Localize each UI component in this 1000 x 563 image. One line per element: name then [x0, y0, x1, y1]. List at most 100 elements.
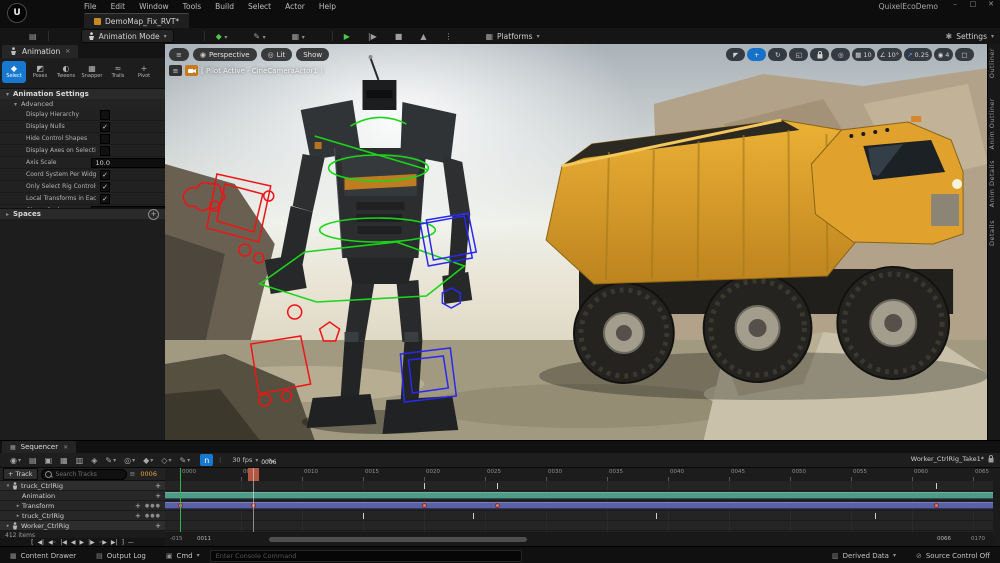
- search-input[interactable]: [54, 470, 120, 479]
- menu-file[interactable]: File: [84, 2, 97, 11]
- move-tool-icon[interactable]: +: [747, 48, 766, 61]
- unreal-logo-icon[interactable]: U: [7, 3, 27, 23]
- blueprints-icon[interactable]: ✎ ▾: [248, 32, 270, 41]
- timeline-row-animation[interactable]: [165, 491, 993, 501]
- track-animation[interactable]: Animation+: [0, 491, 165, 501]
- select-tool-icon[interactable]: ◤: [726, 48, 745, 61]
- add-section-icon[interactable]: +: [135, 502, 145, 510]
- expand-caret[interactable]: ▸: [14, 503, 22, 509]
- playback-range-start[interactable]: 0011: [197, 536, 211, 542]
- checkbox[interactable]: ✓: [100, 194, 110, 204]
- scale-snap-button[interactable]: ↗0.25: [904, 48, 932, 61]
- playhead-line[interactable]: [253, 468, 254, 532]
- tool-pivot[interactable]: +Pivot: [132, 61, 156, 83]
- timeline-ruler[interactable]: 0000000500100015002000250030003500400045…: [165, 468, 993, 482]
- maximize-button[interactable]: □: [968, 0, 978, 8]
- keyframe-options-icon[interactable]: ◎▾: [120, 456, 139, 465]
- add-section-icon[interactable]: +: [155, 482, 165, 490]
- console-command-input[interactable]: [210, 550, 522, 562]
- keyframe[interactable]: [936, 483, 937, 489]
- track-truck_ctrlrig[interactable]: ▾truck_CtrlRig+: [0, 481, 165, 491]
- sequence-browser-icon[interactable]: ◉▾: [6, 456, 25, 465]
- timeline-row-truck_ctrlrig[interactable]: [165, 481, 993, 491]
- checkbox[interactable]: [100, 146, 110, 156]
- play-options-icon[interactable]: ⋮: [439, 32, 457, 41]
- browse-sequence-icon[interactable]: ▣: [41, 456, 57, 465]
- keyframe[interactable]: [934, 503, 939, 508]
- menu-window[interactable]: Window: [139, 2, 169, 11]
- rotation-snap-button[interactable]: ∠10°: [877, 48, 902, 61]
- cinematics-icon[interactable]: ▦ ▾: [287, 32, 310, 41]
- sequencer-tab[interactable]: ▦ Sequencer ✕: [2, 441, 76, 453]
- transport-control[interactable]: ]: [122, 539, 124, 546]
- track-truck_ctrlrig[interactable]: ▸truck_CtrlRig+●●●: [0, 511, 165, 521]
- track-options-icon[interactable]: ●●●: [145, 503, 165, 509]
- menu-actor[interactable]: Actor: [285, 2, 305, 11]
- keyframe[interactable]: [363, 513, 364, 519]
- auto-key-icon[interactable]: ◆▾: [139, 456, 157, 465]
- checkbox[interactable]: ✓: [100, 170, 110, 180]
- transport-control[interactable]: |◀: [60, 539, 67, 546]
- transport-control[interactable]: [: [31, 539, 33, 546]
- viewport-menu-button[interactable]: ≡: [169, 48, 189, 61]
- checkbox[interactable]: ✓: [100, 182, 110, 192]
- stop-icon[interactable]: ■: [390, 32, 408, 41]
- view-range-start[interactable]: -015: [170, 536, 182, 542]
- sequence-breadcrumb[interactable]: Worker_CtrlRig_Take1*: [911, 455, 994, 463]
- editor-mode-dropdown[interactable]: Animation Mode ▾: [81, 29, 174, 43]
- keyframe[interactable]: [495, 503, 500, 508]
- add-content-icon[interactable]: ◆ ▾: [211, 32, 233, 41]
- track-options-icon[interactable]: ●●●: [145, 513, 165, 519]
- play-icon[interactable]: ▶: [339, 32, 355, 41]
- timeline-row-truck_ctrlrig[interactable]: [165, 511, 993, 521]
- output-log-button[interactable]: ▤Output Log: [86, 552, 156, 560]
- checkbox[interactable]: ✓: [100, 122, 110, 132]
- number-field[interactable]: 10.0: [91, 158, 165, 168]
- keyframe[interactable]: [422, 503, 427, 508]
- create-camera-icon[interactable]: ▦: [56, 456, 72, 465]
- keyframe[interactable]: [497, 483, 498, 489]
- grid-snap-button[interactable]: ▦10: [852, 48, 874, 61]
- camera-speed-button[interactable]: ◉4: [934, 48, 953, 61]
- minimize-button[interactable]: –: [950, 0, 960, 8]
- checkbox[interactable]: [100, 110, 110, 120]
- section-bar[interactable]: [165, 502, 993, 509]
- add-section-icon[interactable]: +: [155, 522, 165, 530]
- transport-control[interactable]: ◀|: [37, 539, 44, 546]
- menu-edit[interactable]: Edit: [111, 2, 126, 11]
- expand-caret[interactable]: ▸: [14, 513, 22, 519]
- add-section-icon[interactable]: +: [135, 512, 145, 520]
- eject-icon[interactable]: ▲: [415, 32, 431, 41]
- add-track-button[interactable]: + Track: [3, 468, 38, 480]
- tool-trails[interactable]: ≈Trails: [106, 61, 130, 83]
- timeline-row-worker_ctrlrig[interactable]: [165, 521, 993, 531]
- lit-mode-button[interactable]: ◎Lit: [261, 48, 293, 61]
- section-bar[interactable]: [165, 492, 993, 499]
- current-frame-field[interactable]: 0006: [140, 470, 157, 478]
- close-button[interactable]: ✕: [986, 0, 996, 8]
- timeline-scrollbar[interactable]: [269, 537, 527, 542]
- maximize-viewport-icon[interactable]: □: [955, 48, 974, 61]
- surface-snap-icon[interactable]: ◎: [831, 48, 850, 61]
- render-movie-icon[interactable]: ▥: [72, 456, 88, 465]
- keyframe[interactable]: [656, 513, 657, 519]
- sequencer-timeline[interactable]: 0000000500100015002000250030003500400045…: [165, 468, 993, 547]
- checkbox[interactable]: [100, 134, 110, 144]
- transport-control[interactable]: |▶: [88, 539, 95, 546]
- save-sequence-icon[interactable]: ▤: [25, 456, 41, 465]
- allow-edits-icon[interactable]: ✎▾: [175, 456, 194, 465]
- close-tab-icon[interactable]: ✕: [65, 48, 70, 55]
- right-tab-details[interactable]: Details: [988, 220, 1000, 246]
- platforms-dropdown[interactable]: ▦ Platforms ▾: [479, 30, 545, 42]
- tool-tweens[interactable]: ◐Tweens: [54, 61, 78, 83]
- settings-dropdown[interactable]: ✱ Settings ▾: [946, 32, 994, 41]
- tool-select[interactable]: ◆Select: [2, 61, 26, 83]
- view-mode-button[interactable]: ◉Perspective: [193, 48, 257, 61]
- keyframe[interactable]: [424, 483, 425, 489]
- playback-options-icon[interactable]: ✎▾: [101, 456, 120, 465]
- level-tab[interactable]: DemoMap_Fix_RVT*: [84, 13, 189, 28]
- rotate-tool-icon[interactable]: ↻: [768, 48, 787, 61]
- lock-viewport-icon[interactable]: [810, 48, 829, 61]
- spaces-header[interactable]: ▸Spaces +: [0, 208, 165, 219]
- add-section-icon[interactable]: +: [155, 492, 165, 500]
